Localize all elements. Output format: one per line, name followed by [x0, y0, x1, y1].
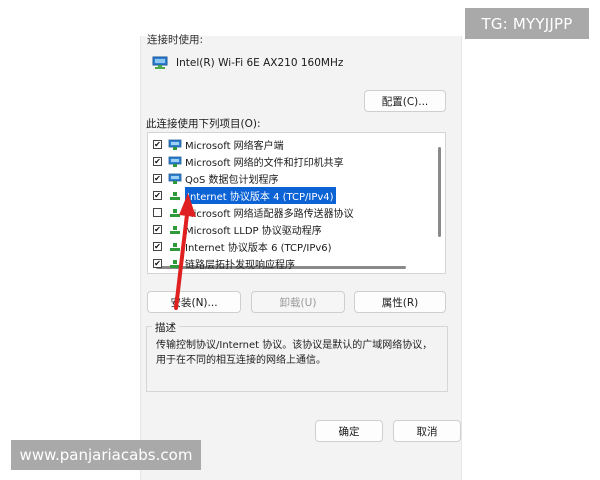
list-item[interactable]: ✔ Internet 协议版本 6 (TCP/IPv6)	[148, 238, 433, 255]
item-label: 链路层拓扑发现响应程序	[185, 260, 295, 271]
item-label: Internet 协议版本 4 (TCP/IPv4)	[185, 187, 336, 204]
item-label: Microsoft 网络的文件和打印机共享	[185, 158, 344, 169]
list-item[interactable]: ✔ Microsoft 网络客户端	[148, 136, 433, 153]
qos-scheduler-icon	[168, 173, 182, 184]
description-title: 描述	[152, 320, 179, 335]
configure-button[interactable]: 配置(C)...	[364, 90, 446, 112]
network-client-icon	[168, 139, 182, 150]
list-item[interactable]: Microsoft 网络适配器多路传送器协议	[148, 204, 433, 221]
item-label: Microsoft 网络客户端	[185, 141, 284, 152]
item-checkbox[interactable]: ✔	[153, 191, 162, 200]
adapter-name: Intel(R) Wi-Fi 6E AX210 160MHz	[176, 57, 344, 69]
adapter-row: Intel(R) Wi-Fi 6E AX210 160MHz	[152, 56, 343, 70]
description-text: 传输控制协议/Internet 协议。该协议是默认的广域网络协议，用于在不同的相…	[156, 340, 433, 366]
item-label: Microsoft LLDP 协议驱动程序	[185, 226, 322, 237]
file-printer-sharing-icon	[168, 156, 182, 167]
item-checkbox[interactable]: ✔	[153, 242, 162, 251]
list-item[interactable]: ✔ 链路层拓扑发现响应程序	[148, 255, 433, 272]
item-checkbox[interactable]: ✔	[153, 174, 162, 183]
protocol-icon	[170, 225, 180, 234]
item-checkbox[interactable]: ✔	[153, 157, 162, 166]
ok-button[interactable]: 确定	[315, 420, 383, 442]
items-label: 此连接使用下列项目(O):	[146, 118, 261, 130]
network-adapter-icon	[152, 56, 168, 69]
properties-button[interactable]: 属性(R)	[354, 291, 446, 313]
protocol-icon	[170, 191, 180, 200]
item-label: QoS 数据包计划程序	[185, 175, 279, 186]
install-button[interactable]: 安装(N)...	[147, 291, 241, 313]
item-label: Internet 协议版本 6 (TCP/IPv6)	[185, 243, 332, 254]
item-checkbox[interactable]: ✔	[153, 140, 162, 149]
protocol-icon	[170, 208, 180, 217]
list-item[interactable]: ✔ Microsoft LLDP 协议驱动程序	[148, 221, 433, 238]
protocol-icon	[170, 259, 180, 268]
uninstall-button[interactable]: 卸载(U)	[251, 291, 345, 313]
watermark-bottom-left: www.panjariacabs.com	[11, 440, 201, 470]
item-checkbox[interactable]	[153, 208, 162, 217]
protocol-icon	[170, 242, 180, 251]
components-list[interactable]: ✔ Microsoft 网络客户端 ✔ Microsoft 网络的文件和打印机共享 ✔ Q…	[147, 132, 446, 274]
list-item[interactable]: ✔ QoS 数据包计划程序	[148, 170, 433, 187]
vertical-scrollbar[interactable]	[438, 147, 441, 237]
item-checkbox[interactable]: ✔	[153, 225, 162, 234]
item-label: Microsoft 网络适配器多路传送器协议	[185, 209, 354, 220]
list-item[interactable]: ✔ Internet 协议版本 4 (TCP/IPv4)	[148, 187, 433, 204]
cancel-button[interactable]: 取消	[393, 420, 461, 442]
watermark-top-right: TG: MYYJJPP	[465, 8, 589, 39]
item-checkbox[interactable]: ✔	[153, 259, 162, 268]
connect-using-label: 连接时使用:	[147, 34, 204, 46]
list-item[interactable]: ✔ Microsoft 网络的文件和打印机共享	[148, 153, 433, 170]
